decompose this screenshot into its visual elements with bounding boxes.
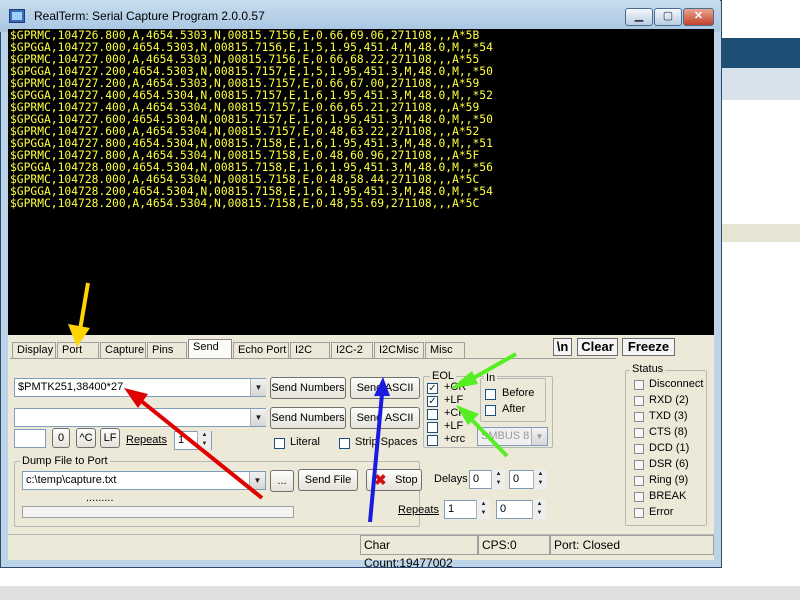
before-label: Before <box>502 387 535 399</box>
minimize-button[interactable]: ▁ <box>625 8 653 26</box>
status-error: Error <box>649 506 674 518</box>
status-led <box>634 492 644 502</box>
char-count: Char Count:19477002 <box>360 535 478 570</box>
background-strip <box>722 224 800 242</box>
tab-misc[interactable]: Misc <box>425 342 465 358</box>
delay-spinner-2[interactable]: ▲ ▼ <box>533 470 547 489</box>
send-ascii-button[interactable]: Send ASCII <box>350 377 420 399</box>
tab-divider <box>10 358 616 359</box>
status-dsr: DSR (6) <box>649 458 689 470</box>
lf-button[interactable]: LF <box>100 428 120 448</box>
terminal-output[interactable]: $GPRMC,104726.800,A,4654.5303,N,00815.71… <box>8 29 714 335</box>
stop-label: Stop <box>395 474 418 486</box>
status-led <box>634 380 644 390</box>
tab-pins[interactable]: Pins <box>147 342 187 358</box>
repeats-label: Repeats <box>126 434 167 446</box>
status-led <box>634 476 644 486</box>
status-title: Status <box>630 363 666 375</box>
send-input-1[interactable]: $PMTK251,38400*27 <box>14 378 266 397</box>
in-title: In <box>484 372 498 384</box>
cps-readout: CPS:0 <box>478 535 550 555</box>
after-checkbox[interactable] <box>485 405 496 416</box>
stop-icon: ✖ <box>374 472 387 489</box>
tab-echo-port[interactable]: Echo Port <box>233 342 289 358</box>
status-dcd: DCD (1) <box>649 442 690 454</box>
status-led <box>634 428 644 438</box>
delay-spinner-1[interactable]: ▲ ▼ <box>491 470 505 489</box>
browse-button[interactable]: ... <box>270 470 294 492</box>
close-button[interactable]: ✕ <box>683 8 714 26</box>
port-status: Port: Closed <box>550 535 714 555</box>
eol-cr2-checkbox[interactable] <box>427 409 438 420</box>
background-footer <box>0 586 800 600</box>
eol-lf2-label: +LF <box>444 420 464 432</box>
chevron-down-icon[interactable]: ▼ <box>250 379 266 396</box>
char-field[interactable] <box>14 429 46 448</box>
chevron-down-icon[interactable]: ▼ <box>250 409 266 426</box>
freeze-button[interactable]: Freeze <box>622 338 675 356</box>
send-ascii-button-2[interactable]: Send ASCII <box>350 407 420 429</box>
status-ring: Ring (9) <box>649 474 689 486</box>
after-label: After <box>502 403 526 415</box>
background-banner <box>722 38 800 68</box>
status-cts: CTS (8) <box>649 426 688 438</box>
send-input-2[interactable] <box>14 408 266 427</box>
app-icon <box>9 9 25 23</box>
eol-cr-checkbox[interactable]: ✓ <box>427 383 438 394</box>
dump-progress-bar <box>22 506 294 518</box>
newline-button[interactable]: \n <box>553 338 572 356</box>
tab-send[interactable]: Send <box>188 339 232 359</box>
maximize-button[interactable]: ▢ <box>654 8 682 26</box>
zero-button[interactable]: 0 <box>52 428 70 448</box>
tab-display[interactable]: Display <box>12 342 56 358</box>
dump-file-path[interactable]: c:\temp\capture.txt <box>22 471 266 490</box>
eol-lf-checkbox[interactable]: ✓ <box>427 396 438 407</box>
status-led <box>634 508 644 518</box>
dump-dots: ......... <box>86 492 114 504</box>
eol-crc-checkbox[interactable] <box>427 435 438 446</box>
eol-cr2-label: +CR <box>444 407 467 419</box>
tab-capture[interactable]: Capture <box>100 342 146 358</box>
dump-repeats-label: Repeats <box>398 504 439 516</box>
clear-button[interactable]: Clear <box>577 338 618 356</box>
dump-repeats-spinner-1[interactable]: ▲ ▼ <box>476 500 490 519</box>
status-led <box>634 444 644 454</box>
ctrl-c-button[interactable]: ^C <box>76 428 96 448</box>
window-title: RealTerm: Serial Capture Program 2.0.0.5… <box>34 9 265 23</box>
eol-crc-label: +crc <box>444 433 466 445</box>
send-numbers-button-2[interactable]: Send Numbers <box>270 407 346 429</box>
status-disconnect[interactable]: Disconnect <box>649 378 703 390</box>
tab-i2c[interactable]: I2C <box>290 342 330 358</box>
send-file-button[interactable]: Send File <box>298 469 358 491</box>
eol-cr-label: +CR <box>444 381 467 393</box>
status-led <box>634 396 644 406</box>
literal-label: Literal <box>290 436 320 448</box>
strip-spaces-checkbox[interactable] <box>339 438 350 449</box>
repeats-spinner[interactable]: ▲ ▼ <box>197 431 211 450</box>
terminal-line: $GPRMC,104728.200,A,4654.5304,N,00815.71… <box>10 197 480 210</box>
background-strip <box>722 68 800 100</box>
tab-i2cmisc[interactable]: I2CMisc <box>374 342 424 358</box>
status-led <box>634 412 644 422</box>
eol-lf-label: +LF <box>444 394 464 406</box>
status-txd: TXD (3) <box>649 410 688 422</box>
strip-spaces-label: Strip Spaces <box>355 436 418 448</box>
dump-repeats-spinner-2[interactable]: ▲ ▼ <box>532 500 546 519</box>
delays-label: Delays <box>434 473 468 485</box>
status-led <box>634 460 644 470</box>
dump-title: Dump File to Port <box>20 455 110 467</box>
chevron-down-icon[interactable]: ▼ <box>249 472 265 489</box>
literal-checkbox[interactable] <box>274 438 285 449</box>
eol-lf2-checkbox[interactable] <box>427 422 438 433</box>
status-break: BREAK <box>649 490 687 502</box>
send-numbers-button[interactable]: Send Numbers <box>270 377 346 399</box>
chevron-down-icon[interactable]: ▼ <box>531 428 547 445</box>
before-checkbox[interactable] <box>485 389 496 400</box>
status-rxd: RXD (2) <box>649 394 689 406</box>
tab-i2c-2[interactable]: I2C-2 <box>331 342 373 358</box>
tab-port[interactable]: Port <box>57 342 99 358</box>
